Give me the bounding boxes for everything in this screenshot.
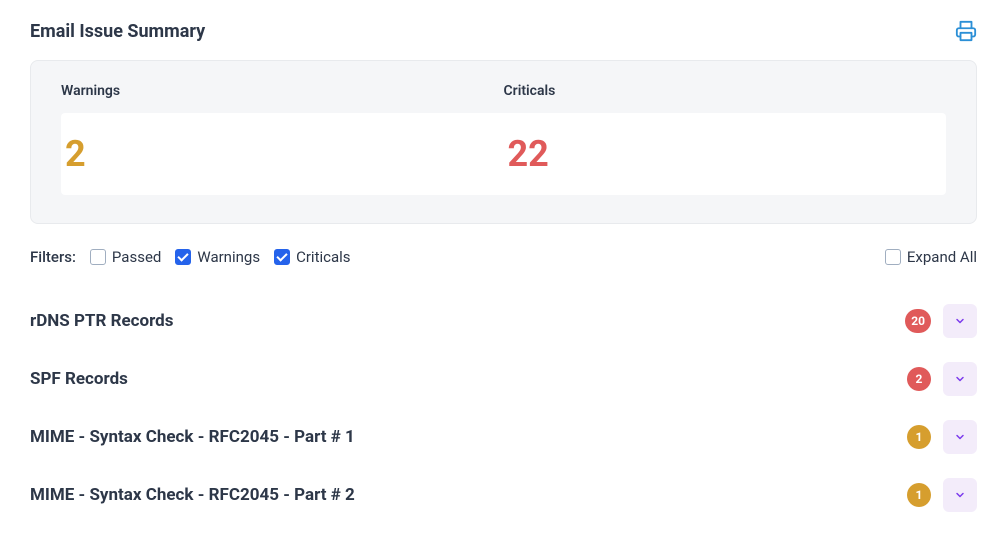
issue-count-badge: 1 bbox=[907, 483, 931, 507]
chevron-down-icon bbox=[954, 315, 966, 327]
filters-row: Filters: Passed Warnings Criticals Expan… bbox=[30, 248, 977, 266]
issue-row: SPF Records 2 bbox=[30, 350, 977, 408]
checkbox-icon bbox=[885, 249, 901, 265]
checkbox-checked-icon bbox=[274, 249, 290, 265]
issue-row: MIME - Syntax Check - RFC2045 - Part # 2… bbox=[30, 466, 977, 524]
summary-values: 2 22 bbox=[61, 113, 946, 195]
issue-actions: 1 bbox=[907, 420, 977, 454]
checkbox-checked-icon bbox=[175, 249, 191, 265]
summary-card: Warnings Criticals 2 22 bbox=[30, 60, 977, 224]
expand-button[interactable] bbox=[943, 420, 977, 454]
filter-passed[interactable]: Passed bbox=[90, 248, 161, 266]
issue-actions: 2 bbox=[907, 362, 977, 396]
issue-actions: 20 bbox=[905, 304, 977, 338]
expand-button[interactable] bbox=[943, 304, 977, 338]
issue-title: rDNS PTR Records bbox=[30, 311, 173, 331]
filter-criticals-label: Criticals bbox=[296, 248, 350, 266]
filter-passed-label: Passed bbox=[112, 248, 161, 266]
warnings-count: 2 bbox=[61, 133, 504, 175]
issue-count-badge: 20 bbox=[905, 309, 931, 333]
warnings-label: Warnings bbox=[61, 83, 504, 99]
filter-criticals[interactable]: Criticals bbox=[274, 248, 350, 266]
issue-row: rDNS PTR Records 20 bbox=[30, 292, 977, 350]
criticals-label: Criticals bbox=[504, 83, 947, 99]
filters-label: Filters: bbox=[30, 248, 76, 266]
issue-count-badge: 2 bbox=[907, 367, 931, 391]
filter-warnings-label: Warnings bbox=[197, 248, 260, 266]
chevron-down-icon bbox=[954, 489, 966, 501]
issue-actions: 1 bbox=[907, 478, 977, 512]
chevron-down-icon bbox=[954, 431, 966, 443]
chevron-down-icon bbox=[954, 373, 966, 385]
checkbox-icon bbox=[90, 249, 106, 265]
expand-button[interactable] bbox=[943, 362, 977, 396]
issue-title: MIME - Syntax Check - RFC2045 - Part # 2 bbox=[30, 485, 355, 505]
issue-title: MIME - Syntax Check - RFC2045 - Part # 1 bbox=[30, 427, 355, 447]
page-title: Email Issue Summary bbox=[30, 21, 205, 42]
issue-row: MIME - Syntax Check - RFC2045 - Part # 1… bbox=[30, 408, 977, 466]
expand-button[interactable] bbox=[943, 478, 977, 512]
issue-title: SPF Records bbox=[30, 369, 128, 389]
print-icon[interactable] bbox=[955, 20, 977, 42]
criticals-count: 22 bbox=[504, 133, 947, 175]
filter-warnings[interactable]: Warnings bbox=[175, 248, 260, 266]
expand-all-label: Expand All bbox=[907, 248, 977, 266]
expand-all[interactable]: Expand All bbox=[885, 248, 977, 266]
issue-count-badge: 1 bbox=[907, 425, 931, 449]
